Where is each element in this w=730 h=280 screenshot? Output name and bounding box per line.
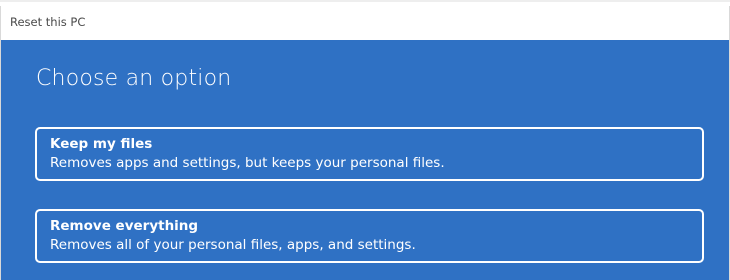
option-description: Removes all of your personal files, apps…	[50, 237, 416, 253]
window-border-left	[0, 40, 1, 280]
top-edge-shadow	[0, 0, 730, 2]
window-titlebar: Reset this PC	[0, 6, 730, 40]
window-title: Reset this PC	[10, 15, 86, 29]
option-title: Keep my files	[50, 136, 153, 152]
option-title: Remove everything	[50, 218, 199, 234]
option-description: Removes apps and settings, but keeps you…	[50, 155, 445, 171]
remove-everything-option[interactable]: Remove everything Removes all of your pe…	[35, 209, 704, 263]
keep-my-files-option[interactable]: Keep my files Removes apps and settings,…	[35, 127, 704, 181]
page-title: Choose an option	[36, 66, 232, 91]
